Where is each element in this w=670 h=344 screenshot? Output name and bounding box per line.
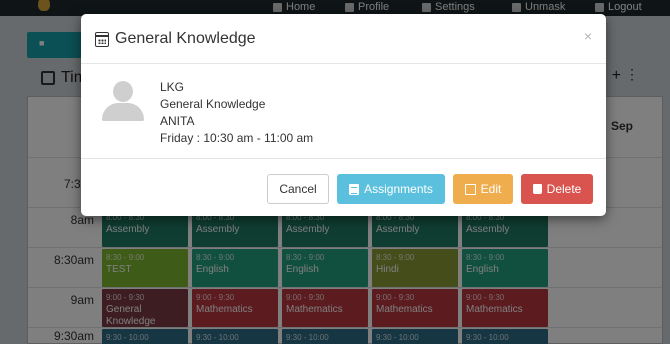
class-name: LKG [160,80,185,94]
avatar [102,79,144,121]
cancel-button[interactable]: Cancel [267,174,329,204]
edit-icon [464,183,476,195]
close-button[interactable]: × [584,28,592,44]
subject-name: General Knowledge [160,97,266,111]
teacher-name: ANITA [160,114,195,128]
modal-title: General Knowledge [115,30,256,47]
event-details-modal: General Knowledge × LKG General Knowledg… [81,14,606,216]
edit-button[interactable]: Edit [453,174,513,204]
clipboard-icon [349,183,360,195]
modal-footer: Cancel Assignments Edit Delete [81,158,606,216]
assignments-button[interactable]: Assignments [337,174,445,204]
trash-icon [532,184,542,194]
modal-body: LKG General Knowledge ANITA Friday : 10:… [81,64,606,158]
delete-button[interactable]: Delete [521,174,593,204]
modal-header: General Knowledge × [81,14,606,64]
event-info: LKG General Knowledge ANITA Friday : 10:… [160,79,313,147]
schedule-text: Friday : 10:30 am - 11:00 am [160,131,314,145]
calendar-icon [95,31,109,47]
